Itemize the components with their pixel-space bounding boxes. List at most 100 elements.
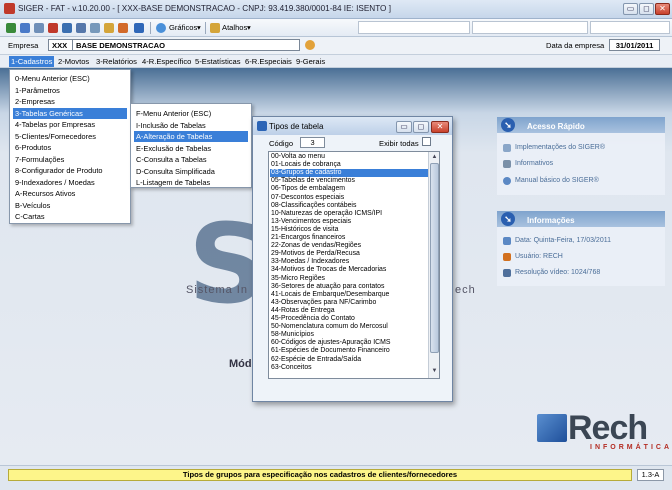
menu-r-especiais[interactable]: 6-R.Especiais — [245, 57, 292, 66]
dialog-minimize-button[interactable]: ▭ — [396, 121, 412, 133]
save-icon[interactable] — [20, 23, 30, 33]
company-date-field[interactable]: 31/01/2011 — [609, 39, 660, 51]
tools-icon — [503, 144, 511, 152]
dialog-close-button[interactable]: ✕ — [431, 121, 449, 133]
toolbar-separator — [205, 22, 206, 34]
list-item[interactable]: 63-Conceitos — [270, 364, 428, 372]
show-all-checkbox[interactable] — [422, 137, 431, 146]
back-icon[interactable] — [6, 23, 16, 33]
toolbar-field — [358, 21, 470, 34]
scroll-thumb[interactable] — [430, 163, 439, 353]
rech-logo: Rech — [568, 409, 648, 447]
menu-estatisticas[interactable]: 5-Estatísticas — [195, 57, 241, 66]
list-item[interactable]: 34-Motivos de Trocas de Mercadorias — [270, 266, 428, 274]
mail-icon[interactable] — [76, 23, 86, 33]
menu-item[interactable]: 5-Clientes/Fornecedores — [13, 131, 127, 142]
list-item[interactable]: 43-Observações para NF/Carimbo — [270, 299, 428, 307]
list-item[interactable]: 33-Moedas / Indexadores — [270, 258, 428, 266]
close-button[interactable]: ✕ — [655, 3, 670, 15]
quick-link[interactable]: Informativos — [515, 160, 553, 167]
menu-item[interactable]: 4-Tabelas por Empresas — [13, 119, 127, 130]
shortcuts-menu[interactable]: Atalhos — [222, 23, 247, 32]
submenu-item[interactable]: F-Menu Anterior (ESC) — [134, 108, 248, 119]
submenu-item[interactable]: L-Listagem de Tabelas — [134, 177, 248, 188]
menu-item[interactable]: 2-Empresas — [13, 96, 127, 107]
list-item[interactable]: 41-Locais de Embarque/Desembarque — [270, 291, 428, 299]
pdf-icon[interactable] — [48, 23, 58, 33]
list-item[interactable]: 62-Espécie de Entrada/Saída — [270, 356, 428, 364]
list-item[interactable]: 00-Volta ao menu — [270, 153, 428, 161]
menu-item[interactable]: 0-Menu Anterior (ESC) — [13, 73, 127, 84]
charts-menu[interactable]: Gráficos — [169, 23, 197, 32]
list-item[interactable]: 15-Históricos de visita — [270, 226, 428, 234]
scroll-up-icon[interactable]: ▲ — [430, 153, 439, 162]
list-item-selected[interactable]: 03-Grupos de cadastro — [270, 169, 428, 178]
maximize-button[interactable]: ◻ — [639, 3, 654, 15]
help-icon[interactable] — [134, 23, 144, 33]
list-item[interactable]: 35-Micro Regiões — [270, 275, 428, 283]
quick-access-header: ➘ Acesso Rápido — [497, 117, 665, 133]
menu-movtos[interactable]: 2-Movtos — [58, 57, 89, 66]
chevron-down-icon[interactable]: ▾ — [247, 23, 251, 32]
menu-cadastros[interactable]: 1-Cadastros — [9, 56, 55, 67]
list-item[interactable]: 05-Tabelas de vencimentos — [270, 177, 428, 185]
list-item[interactable]: 45-Procedência do Contato — [270, 315, 428, 323]
list-item[interactable]: 58-Municípios — [270, 331, 428, 339]
menu-item[interactable]: 8-Configurador de Produto — [13, 165, 127, 176]
list-item[interactable]: 10-Naturezas de operação ICMS/IPI — [270, 210, 428, 218]
submenu-item[interactable]: I-Inclusão de Tabelas — [134, 120, 248, 131]
minimize-button[interactable]: ▭ — [623, 3, 638, 15]
menu-bar: 1-Cadastros 2-Movtos 3-Relatórios 4-R.Es… — [0, 55, 672, 68]
status-message: Tipos de grupos para especificação nos c… — [8, 469, 632, 481]
list-item[interactable]: 01-Locais de cobrança — [270, 161, 428, 169]
menu-gerais[interactable]: 9-Gerais — [296, 57, 325, 66]
list-item[interactable]: 44-Rotas de Entrega — [270, 307, 428, 315]
grid-icon[interactable] — [34, 23, 44, 33]
list-item[interactable]: 22-Zonas de vendas/Regiões — [270, 242, 428, 250]
quick-link[interactable]: Implementações do SIGER® — [515, 144, 605, 151]
scroll-down-icon[interactable]: ▼ — [430, 367, 439, 376]
submenu-item[interactable]: D-Consulta Simplificada — [134, 166, 248, 177]
menu-item[interactable]: 7-Formulações — [13, 154, 127, 165]
menu-item[interactable]: 1-Parâmetros — [13, 85, 127, 96]
list-scrollbar[interactable]: ▲ ▼ — [428, 152, 439, 378]
menu-r-especifico[interactable]: 4-R.Específico — [142, 57, 191, 66]
menu-item-selected[interactable]: 3-Tabelas Genéricas — [13, 107, 127, 119]
list-item[interactable]: 36-Setores de atuação para contatos — [270, 283, 428, 291]
chevron-down-icon[interactable]: ▾ — [197, 23, 201, 32]
list-item[interactable]: 07-Descontos especiais — [270, 194, 428, 202]
list-item[interactable]: 29-Motivos de Perda/Recusa — [270, 250, 428, 258]
list-item[interactable]: 60-Códigos de ajustes-Apuração ICMS — [270, 339, 428, 347]
list-item[interactable]: 13-Vencimentos especiais — [270, 218, 428, 226]
company-code-field[interactable]: XXX — [48, 39, 73, 51]
menu-item[interactable]: A-Recursos Ativos — [13, 188, 127, 199]
module-text: Mód — [229, 358, 252, 370]
print-icon[interactable] — [62, 23, 72, 33]
list-item[interactable]: 50-Nomenclatura comum do Mercosul — [270, 323, 428, 331]
arrow-icon: ➘ — [501, 212, 515, 226]
submenu-item[interactable]: C-Consulta a Tabelas — [134, 154, 248, 165]
code-input[interactable]: 3 — [300, 137, 325, 148]
list-item[interactable]: 21-Encargos financeiros — [270, 234, 428, 242]
list-item[interactable]: 61-Espécies de Documento Financeiro — [270, 347, 428, 355]
menu-item[interactable]: 9-Indexadores / Moedas — [13, 177, 127, 188]
company-name-field[interactable]: BASE DEMONSTRACAO — [72, 39, 300, 51]
quick-link[interactable]: Manual básico do SIGER® — [515, 177, 599, 184]
list-item[interactable]: 08-Classificações contábeis — [270, 202, 428, 210]
submenu-item[interactable]: E-Exclusão de Tabelas — [134, 143, 248, 154]
table-types-list[interactable]: 00-Volta ao menu 01-Locais de cobrança 0… — [268, 151, 440, 379]
list-item[interactable]: 06-Tipos de embalagem — [270, 185, 428, 193]
folder-icon[interactable] — [104, 23, 114, 33]
menu-relatorios[interactable]: 3-Relatórios — [96, 57, 137, 66]
menu-item[interactable]: C-Cartas — [13, 211, 127, 222]
quick-access-panel: ➘ Acesso Rápido Implementações do SIGER®… — [497, 117, 665, 195]
dialog-maximize-button[interactable]: ◻ — [413, 121, 429, 133]
dialog-title-bar: Tipos de tabela ▭ ◻ ✕ — [253, 117, 452, 135]
code-label: Código — [269, 139, 294, 148]
menu-item[interactable]: B-Veículos — [13, 200, 127, 211]
submenu-item-selected[interactable]: A-Alteração de Tabelas — [134, 131, 248, 142]
charts-icon — [156, 23, 166, 33]
users-icon[interactable] — [118, 23, 128, 33]
menu-item[interactable]: 6-Produtos — [13, 142, 127, 153]
preview-icon[interactable] — [90, 23, 100, 33]
